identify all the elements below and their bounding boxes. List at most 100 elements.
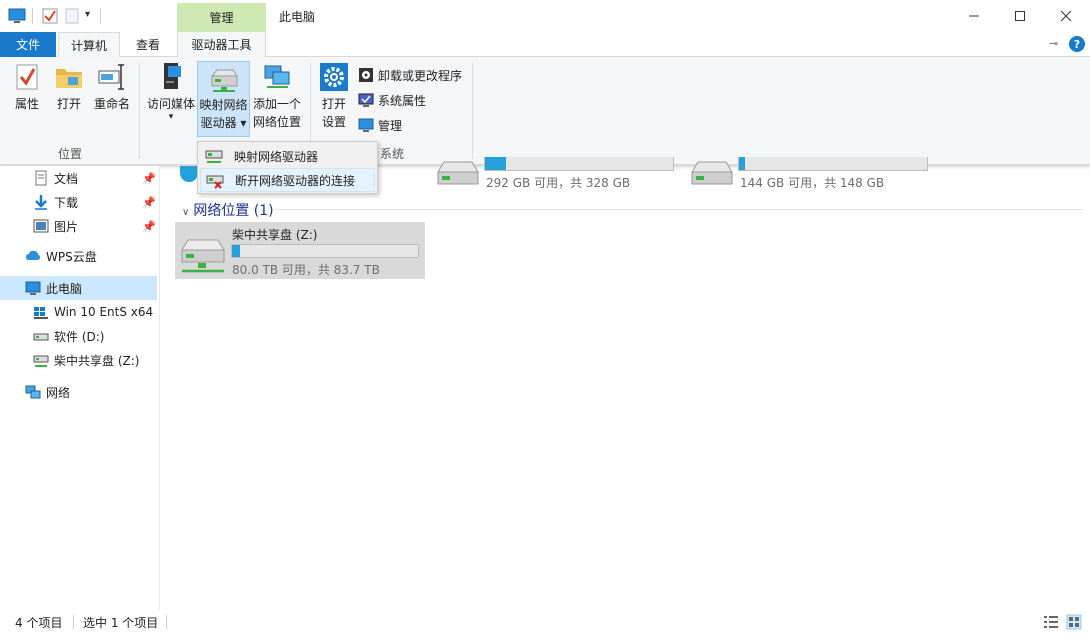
minimize-button[interactable] — [951, 0, 997, 32]
map-drive-icon — [205, 150, 223, 163]
add-location-label-line2: 网络位置 — [252, 115, 301, 129]
network-drive-icon — [210, 69, 238, 92]
tab-computer[interactable]: 计算机 — [58, 32, 120, 58]
network-locations-header[interactable]: ∨ 网络位置 (1) — [182, 200, 274, 220]
pin-icon[interactable]: 📌 — [142, 220, 156, 233]
uninstall-icon — [359, 68, 373, 82]
title-bar: ▾ 管理 此电脑 — [0, 0, 1090, 32]
properties-check-icon[interactable] — [41, 7, 59, 25]
help-icon[interactable]: ? — [1069, 36, 1085, 52]
uninstall-program-button[interactable]: 卸载或更改程序 — [358, 64, 462, 86]
new-folder-icon[interactable] — [63, 7, 81, 25]
menu-item-disconnect-network-drive[interactable]: 断开网络驱动器的连接 — [200, 168, 375, 192]
settings-gear-icon — [320, 63, 348, 91]
map-drive-dropdown-menu: 映射网络驱动器 断开网络驱动器的连接 — [197, 141, 378, 194]
ribbon: 属性 打开 重命名 位置 访问媒体 ▾ 映射网络 驱动器 ▾ 添加一个 网络位置… — [0, 57, 1090, 165]
network-locations-title: 网络位置 (1) — [193, 203, 274, 219]
chevron-down-icon: ∨ — [182, 207, 190, 218]
nav-item-drive-d[interactable]: 软件 (D:) — [0, 324, 157, 348]
ribbon-tab-row: 文件 计算机 查看 驱动器工具 ⊸ ? — [0, 32, 1090, 58]
nav-item-pictures[interactable]: 图片 📌 — [0, 214, 157, 238]
nav-item-wps-cloud[interactable]: WPS云盘 — [0, 244, 157, 268]
context-group-manage: 管理 — [177, 3, 266, 32]
properties-button[interactable]: 属性 — [10, 61, 44, 113]
section-divider — [275, 209, 1083, 210]
navigation-pane: 文档 📌 下载 📌 图片 📌 WPS云盘 此电脑 Win 10 EntS x64… — [0, 166, 160, 610]
access-media-button[interactable]: 访问媒体 ▾ — [145, 61, 197, 122]
network-drive-tile-z[interactable]: 柴中共享盘 (Z:) 80.0 TB 可用，共 83.7 TB — [175, 222, 425, 279]
menu-item-label: 断开网络驱动器的连接 — [235, 173, 356, 188]
nav-item-documents[interactable]: 文档 📌 — [0, 166, 157, 190]
drive-free-space: 292 GB 可用，共 328 GB — [486, 176, 631, 190]
location-group-label: 位置 — [58, 147, 83, 161]
nav-item-label: 文档 — [54, 171, 79, 186]
drive-usage-bar — [738, 157, 928, 171]
window-title: 此电脑 — [279, 10, 316, 24]
nav-item-drive-z[interactable]: 柴中共享盘 (Z:) — [0, 348, 157, 372]
open-settings-label-line1: 打开 — [321, 97, 346, 111]
tab-view[interactable]: 查看 — [124, 32, 172, 57]
open-button[interactable]: 打开 — [52, 61, 86, 113]
computer-icon — [25, 281, 41, 295]
rename-label: 重命名 — [93, 97, 130, 111]
computer-manage-icon — [358, 118, 374, 132]
network-drive-usage-bar — [231, 244, 419, 258]
system-properties-label: 系统属性 — [378, 93, 427, 108]
cloud-icon — [26, 250, 40, 260]
rename-icon — [98, 64, 124, 90]
maximize-button[interactable] — [997, 0, 1043, 32]
network-drive-name: 柴中共享盘 (Z:) — [232, 228, 318, 242]
pin-ribbon-icon[interactable]: ⊸ — [1049, 37, 1058, 50]
partial-drive-icon — [180, 166, 198, 182]
nav-item-label: 此电脑 — [46, 281, 83, 296]
tab-drive-tools[interactable]: 驱动器工具 — [177, 32, 266, 57]
tab-file[interactable]: 文件 — [0, 32, 56, 57]
computer-icon[interactable] — [8, 7, 26, 25]
status-item-count: 4 个项目 — [15, 616, 63, 630]
drive-icon — [33, 333, 49, 341]
menu-item-label: 映射网络驱动器 — [234, 149, 319, 164]
open-label: 打开 — [56, 97, 81, 111]
system-group-label: 系统 — [380, 147, 405, 161]
nav-item-downloads[interactable]: 下载 📌 — [0, 190, 157, 214]
menu-item-map-network-drive[interactable]: 映射网络驱动器 — [200, 144, 375, 168]
nav-item-label: 网络 — [46, 385, 71, 400]
qat-dropdown-icon[interactable]: ▾ — [85, 9, 90, 20]
manage-button[interactable]: 管理 — [358, 114, 402, 136]
drive-free-space: 144 GB 可用，共 148 GB — [740, 176, 885, 190]
status-bar: 4 个项目 选中 1 个项目 — [0, 610, 1090, 634]
maximize-icon — [1015, 11, 1025, 21]
large-icons-view-icon[interactable] — [1066, 614, 1082, 630]
status-separator — [73, 615, 74, 629]
rename-button[interactable]: 重命名 — [92, 61, 132, 113]
nav-item-drive-c[interactable]: Win 10 EntS x64 (( — [0, 300, 157, 324]
download-arrow-icon — [35, 195, 47, 210]
network-location-icon — [264, 65, 290, 88]
pin-icon[interactable]: 📌 — [142, 196, 156, 209]
map-drive-label-line1: 映射网络 — [199, 98, 248, 112]
close-icon — [1060, 10, 1072, 22]
close-button[interactable] — [1043, 0, 1089, 32]
details-view-icon[interactable] — [1043, 615, 1059, 629]
system-properties-icon — [358, 93, 374, 107]
pictures-icon — [33, 219, 49, 233]
manage-label: 管理 — [378, 118, 403, 133]
map-network-drive-button[interactable]: 映射网络 驱动器 ▾ — [197, 61, 250, 137]
nav-item-network[interactable]: 网络 — [0, 380, 157, 404]
system-properties-button[interactable]: 系统属性 — [358, 89, 426, 111]
minimize-icon — [969, 15, 979, 17]
drive-icon — [691, 161, 733, 185]
open-settings-button[interactable]: 打开 设置 — [317, 61, 351, 131]
status-separator — [166, 615, 167, 629]
nav-item-this-pc[interactable]: 此电脑 — [0, 276, 157, 300]
map-drive-label-line2: 驱动器 ▾ — [200, 116, 247, 130]
network-drive-icon — [33, 355, 49, 367]
nav-item-label: 下载 — [54, 195, 79, 210]
folder-open-icon — [56, 69, 82, 88]
network-icon — [25, 385, 41, 399]
add-location-label-line1: 添加一个 — [252, 97, 301, 111]
network-drive-free-space: 80.0 TB 可用，共 83.7 TB — [232, 263, 380, 277]
add-network-location-button[interactable]: 添加一个 网络位置 — [251, 61, 303, 131]
pin-icon[interactable]: 📌 — [142, 172, 156, 185]
nav-item-label: 软件 (D:) — [54, 329, 105, 344]
